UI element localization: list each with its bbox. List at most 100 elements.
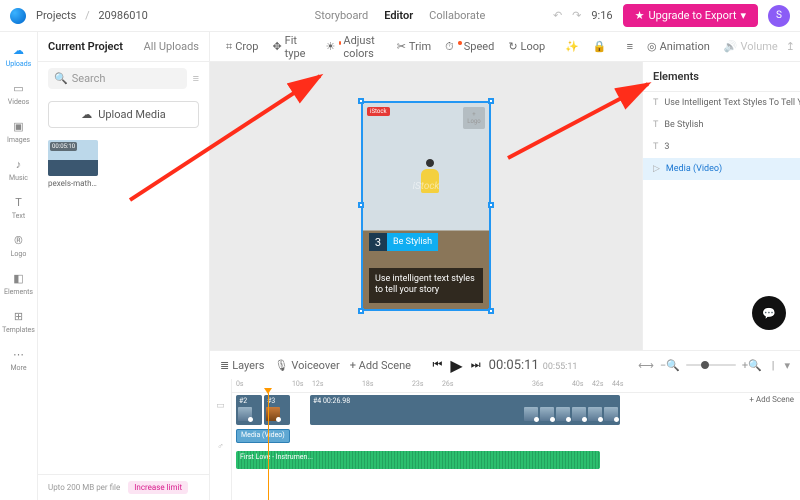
aspect-ratio[interactable]: 9:16 [591, 9, 612, 22]
play-button[interactable]: ▶ [450, 356, 462, 375]
resize-handle[interactable] [358, 98, 364, 104]
search-icon: 🔍 [54, 72, 68, 85]
more-icon: ⋯ [11, 346, 27, 362]
resize-handle[interactable] [488, 98, 494, 104]
chat-fab[interactable]: 💬 [752, 296, 786, 330]
resize-handle[interactable] [358, 308, 364, 314]
add-logo-placeholder[interactable]: +Logo [463, 107, 485, 129]
number-badge[interactable]: 3 Be Stylish [369, 233, 438, 251]
text-icon: T [11, 194, 27, 210]
align-button[interactable]: ≡ [621, 37, 639, 56]
upgrade-button[interactable]: ★ Upgrade to Export ▾ [623, 4, 758, 27]
increase-limit-button[interactable]: Increase limit [128, 481, 188, 494]
breadcrumb-project-id[interactable]: 20986010 [98, 9, 147, 22]
export-icon[interactable]: ↥ [786, 40, 795, 53]
tab-editor[interactable]: Editor [384, 9, 413, 22]
panel-tab-current[interactable]: Current Project [48, 40, 123, 53]
timeline-ruler[interactable]: 0s 10s 12s 18s 23s 26s 36s 40s 42s 44s [232, 379, 800, 393]
video-frame[interactable]: iStock iStock +Logo 3 Be Stylish Use int… [361, 101, 491, 311]
wand-button[interactable]: ✨ [559, 37, 585, 56]
video-track-icon: ▭ [216, 401, 225, 411]
app-logo [10, 8, 26, 24]
text-icon: T [653, 120, 658, 130]
upload-limit-text: Upto 200 MB per file [48, 483, 120, 492]
element-item[interactable]: TBe Stylish [643, 114, 800, 136]
search-input[interactable]: 🔍 Search [48, 68, 187, 89]
resize-handle[interactable] [358, 202, 364, 208]
watermark: iStock [363, 181, 489, 192]
prev-button[interactable]: ⏮ [433, 358, 443, 372]
rail-uploads[interactable]: ☁Uploads [0, 38, 37, 72]
music-note-icon: ♪ [11, 156, 27, 172]
fit-zoom-icon[interactable]: ⟷ [638, 359, 654, 372]
image-icon: ▣ [11, 118, 27, 134]
audio-track-icon: ♂ [217, 441, 224, 452]
notification-dot [339, 41, 341, 45]
scene-clip[interactable]: #2 [236, 395, 262, 425]
panel-tab-all[interactable]: All Uploads [144, 40, 199, 53]
notification-dot [458, 41, 462, 45]
zoom-slider[interactable] [686, 364, 736, 366]
voiceover-button[interactable]: 🎙Voiceover [274, 359, 339, 372]
layers-toggle[interactable]: ≣Layers [220, 359, 264, 372]
cloud-icon: ☁ [81, 108, 92, 121]
media-thumbnail[interactable]: 00:05:10 pexels-matheus-n... [48, 140, 98, 188]
zoom-out-icon[interactable]: −🔍 [660, 359, 680, 372]
add-scene-button[interactable]: + Add Scene [350, 359, 411, 372]
zoom-in-icon[interactable]: +🔍 [742, 359, 762, 372]
rail-text[interactable]: TText [0, 190, 37, 224]
audio-clip[interactable]: First Love - Instrumen... [236, 451, 600, 469]
volume-button: 🔊Volume [718, 37, 784, 56]
breadcrumb[interactable]: Projects / 20986010 [36, 9, 148, 22]
text-icon: T [653, 142, 658, 152]
next-button[interactable]: ⏭ [471, 358, 481, 372]
loop-button[interactable]: ↻Loop [502, 37, 551, 56]
grid-icon: ⊞ [11, 308, 27, 324]
element-item[interactable]: TUse Intelligent Text Styles To Tell You… [643, 92, 800, 114]
media-clip[interactable]: Media (Video) [236, 429, 290, 443]
trim-button[interactable]: ✂Trim [391, 37, 437, 56]
tab-storyboard[interactable]: Storyboard [315, 9, 369, 22]
rail-images[interactable]: ▣Images [0, 114, 37, 148]
rail-more[interactable]: ⋯More [0, 342, 37, 376]
canvas[interactable]: iStock iStock +Logo 3 Be Stylish Use int… [210, 62, 642, 350]
playhead[interactable] [268, 393, 269, 500]
scene-clip[interactable]: #4 00:26.98 [310, 395, 620, 425]
registered-icon: ® [11, 232, 27, 248]
rail-videos[interactable]: ▭Videos [0, 76, 37, 110]
fit-icon: ✥ [272, 40, 281, 53]
redo-icon[interactable]: ↷ [572, 9, 581, 22]
rail-templates[interactable]: ⊞Templates [0, 304, 37, 338]
resize-handle[interactable] [488, 308, 494, 314]
mic-icon: 🎙 [274, 359, 288, 372]
rail-music[interactable]: ♪Music [0, 152, 37, 186]
animation-button[interactable]: ◎Animation [641, 37, 716, 56]
thumbnail-duration: 00:05:10 [50, 142, 77, 151]
element-item[interactable]: ▷Media (Video) [643, 158, 800, 180]
timeline-tracks[interactable]: 0s 10s 12s 18s 23s 26s 36s 40s 42s 44s +… [232, 379, 800, 500]
avatar[interactable]: S [768, 5, 790, 27]
align-icon: ≡ [627, 40, 633, 53]
text-icon: T [653, 98, 658, 108]
chat-icon: 💬 [762, 307, 776, 320]
collapse-timeline-icon[interactable]: ▾ [784, 359, 790, 372]
adjust-icon: ☀ [325, 40, 335, 53]
timecode: 00:05:1100:55:11 [489, 358, 578, 373]
undo-icon[interactable]: ↶ [553, 9, 562, 22]
tab-collaborate[interactable]: Collaborate [429, 9, 485, 22]
crop-button[interactable]: ⌗Crop [220, 37, 264, 57]
element-item[interactable]: T3 [643, 136, 800, 158]
lock-button[interactable]: 🔒 [587, 37, 613, 56]
fit-type-button[interactable]: ✥Fit type [266, 31, 311, 63]
play-icon: ▷ [653, 164, 660, 174]
breadcrumb-root[interactable]: Projects [36, 9, 76, 22]
adjust-colors-button[interactable]: ☀Adjust colors [319, 31, 382, 63]
rail-logo[interactable]: ®Logo [0, 228, 37, 262]
scissors-icon: ✂ [397, 40, 406, 53]
rail-elements[interactable]: ◧Elements [0, 266, 37, 300]
speed-button[interactable]: ⏱Speed [439, 37, 500, 57]
caption-text[interactable]: Use intelligent text styles to tell your… [369, 268, 483, 303]
filter-icon[interactable]: ≡ [193, 72, 199, 85]
resize-handle[interactable] [488, 202, 494, 208]
upload-media-button[interactable]: ☁ Upload Media [48, 101, 199, 128]
